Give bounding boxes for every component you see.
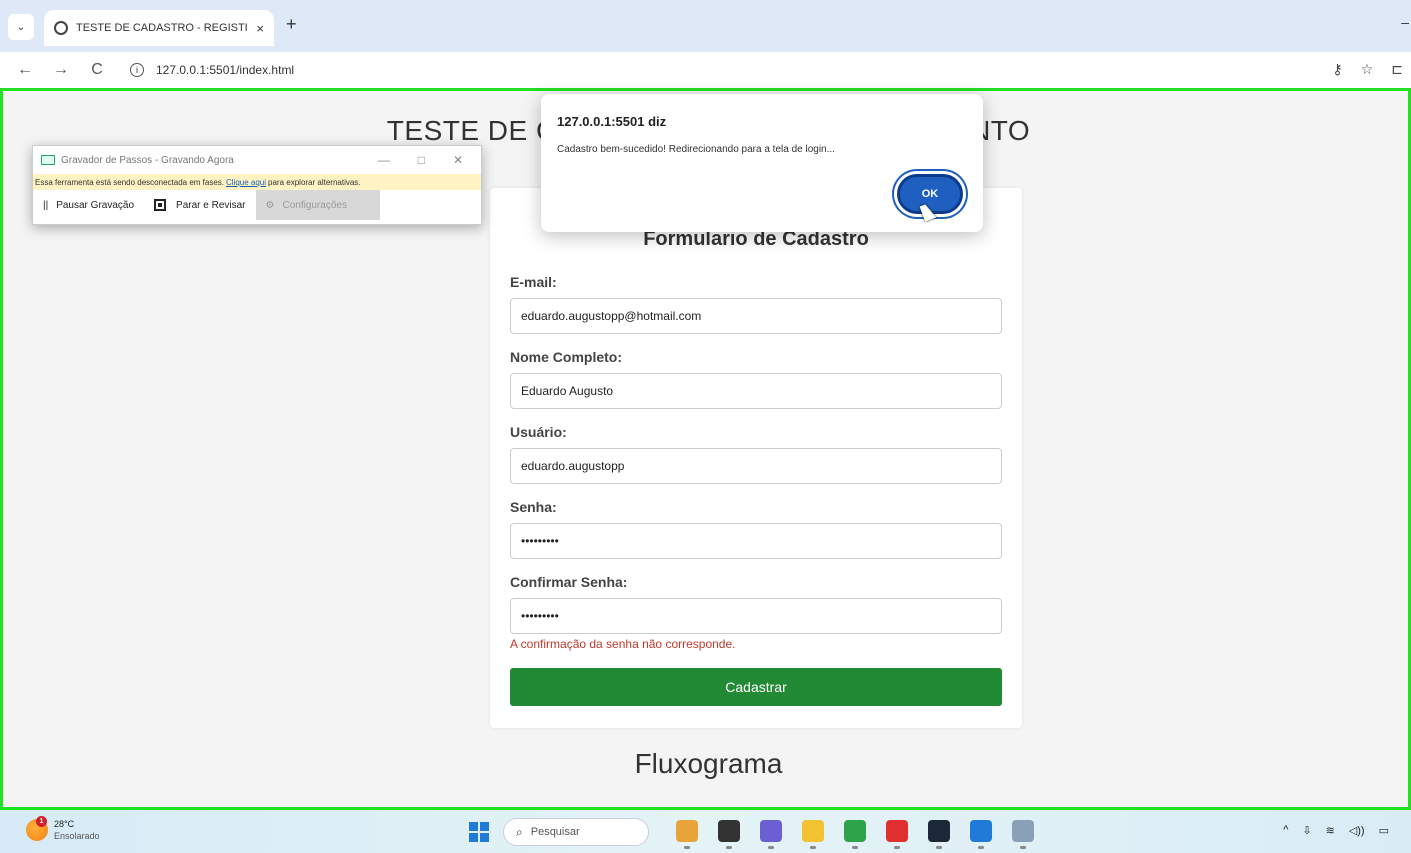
running-indicator <box>810 846 816 849</box>
recorder-close-button[interactable]: ✕ <box>453 153 463 167</box>
recorder-minimize-button[interactable]: — <box>378 153 390 167</box>
running-indicator <box>978 846 984 849</box>
gear-icon: ⚙ <box>265 199 275 211</box>
extensions-icon[interactable]: ⊏ <box>1391 61 1403 78</box>
stop-review-button[interactable]: Parar e Revisar <box>144 190 255 220</box>
alert-dialog: 127.0.0.1:5501 diz Cadastro bem-sucedido… <box>541 94 983 232</box>
confirm-password-field[interactable] <box>510 598 1002 634</box>
name-label: Nome Completo: <box>510 349 622 365</box>
password-label: Senha: <box>510 499 557 515</box>
password-field[interactable] <box>510 523 1002 559</box>
misc-app-icon[interactable] <box>1012 820 1034 849</box>
email-field[interactable] <box>510 298 1002 334</box>
site-info-icon[interactable]: i <box>130 63 144 77</box>
name-field[interactable] <box>510 373 1002 409</box>
password-mismatch-error: A confirmação da senha não corresponde. <box>510 637 736 651</box>
confirm-password-label: Confirmar Senha: <box>510 574 628 590</box>
opera-app-icon[interactable] <box>886 820 908 849</box>
chevron-up-icon[interactable]: ^ <box>1283 824 1288 837</box>
steam-app-icon[interactable] <box>928 820 950 849</box>
running-indicator <box>936 846 942 849</box>
username-label: Usuário: <box>510 424 567 440</box>
widgets-app-icon[interactable] <box>676 820 698 849</box>
system-tray: ^ ⇩ ≋ ◁)) ▭ <box>1283 824 1389 837</box>
windows-start-icon[interactable] <box>469 822 489 842</box>
file-explorer-app-icon[interactable] <box>802 820 824 849</box>
search-icon: ⌕ <box>516 824 523 839</box>
stop-icon <box>154 199 167 211</box>
recorder-maximize-button[interactable]: □ <box>418 153 425 167</box>
weather-widget[interactable]: 1 28°C Ensolarado <box>26 816 100 842</box>
battery-icon[interactable]: ▭ <box>1379 824 1389 837</box>
alert-origin: 127.0.0.1:5501 diz <box>557 114 667 129</box>
running-indicator <box>894 846 900 849</box>
running-indicator <box>684 846 690 849</box>
browser-toolbar: ← → C i 127.0.0.1:5501/index.html ⚷ ☆ ⊏ <box>0 52 1411 88</box>
running-indicator <box>726 846 732 849</box>
running-indicator <box>1020 846 1026 849</box>
pinned-apps <box>676 820 1034 849</box>
usb-icon[interactable]: ⇩ <box>1302 824 1311 837</box>
alert-message: Cadastro bem-sucedido! Redirecionando pa… <box>557 144 835 155</box>
store-app-icon[interactable] <box>718 820 740 849</box>
url-text: 127.0.0.1:5501/index.html <box>156 63 295 77</box>
sun-icon: 1 <box>26 816 48 841</box>
windows-taskbar: 1 28°C Ensolarado ⌕ Pesquisar ^ ⇩ ≋ ◁)) … <box>0 810 1411 853</box>
running-indicator <box>768 846 774 849</box>
tab-title: TESTE DE CADASTRO - REGISTI <box>76 22 248 34</box>
banner-link[interactable]: Clique aqui <box>226 178 266 187</box>
globe-icon <box>54 21 68 35</box>
recorder-titlebar[interactable]: Gravador de Passos - Gravando Agora — □ … <box>33 146 481 174</box>
registration-form: Formulario de Cadastro E-mail: Nome Comp… <box>490 188 1022 728</box>
running-indicator <box>852 846 858 849</box>
forward-button[interactable]: → <box>50 61 72 79</box>
temperature: 28°C <box>54 819 75 829</box>
notification-badge: 1 <box>36 816 47 827</box>
settings-label: Configurações <box>282 199 347 211</box>
taskbar-search[interactable]: ⌕ Pesquisar <box>503 818 649 846</box>
back-button[interactable]: ← <box>14 61 36 79</box>
stop-label: Parar e Revisar <box>176 199 246 211</box>
window-minimize-button[interactable]: – <box>1401 14 1409 30</box>
reload-button[interactable]: C <box>86 61 108 79</box>
recorder-deprecation-banner: Essa ferramenta está sendo desconectada … <box>33 174 481 190</box>
recorder-title: Gravador de Passos - Gravando Agora <box>61 154 234 166</box>
star-icon[interactable]: ☆ <box>1361 61 1374 78</box>
search-placeholder: Pesquisar <box>530 826 580 838</box>
browser-tab-bar: ⌄ TESTE DE CADASTRO - REGISTI × + – <box>0 0 1411 52</box>
steps-recorder-window: Gravador de Passos - Gravando Agora — □ … <box>32 145 482 225</box>
vscode-app-icon[interactable] <box>970 820 992 849</box>
new-tab-button[interactable]: + <box>286 14 297 35</box>
username-field[interactable] <box>510 448 1002 484</box>
settings-button[interactable]: ⚙ Configurações <box>255 190 380 220</box>
volume-icon[interactable]: ◁)) <box>1349 824 1365 837</box>
pause-recording-button[interactable]: || Pausar Gravação <box>33 190 144 220</box>
register-button[interactable]: Cadastrar <box>510 668 1002 706</box>
browser-tab-active[interactable]: TESTE DE CADASTRO - REGISTI × <box>44 10 274 46</box>
copilot-app-icon[interactable] <box>760 820 782 849</box>
chrome-app-icon[interactable] <box>844 820 866 849</box>
wifi-icon[interactable]: ≋ <box>1326 824 1335 837</box>
flowchart-heading: Fluxograma <box>634 748 783 779</box>
weather-condition: Ensolarado <box>54 831 100 841</box>
banner-text: Essa ferramenta está sendo desconectada … <box>35 177 224 187</box>
pause-icon: || <box>43 199 49 211</box>
key-icon[interactable]: ⚷ <box>1332 61 1342 78</box>
pause-label: Pausar Gravação <box>56 199 135 211</box>
email-label: E-mail: <box>510 274 557 290</box>
tab-close-button[interactable]: × <box>256 21 264 36</box>
tab-list-button[interactable]: ⌄ <box>8 14 34 40</box>
address-bar[interactable]: i 127.0.0.1:5501/index.html <box>130 63 294 77</box>
banner-text-suffix: para explorar alternativas. <box>268 177 361 187</box>
steps-recorder-icon <box>41 155 55 165</box>
